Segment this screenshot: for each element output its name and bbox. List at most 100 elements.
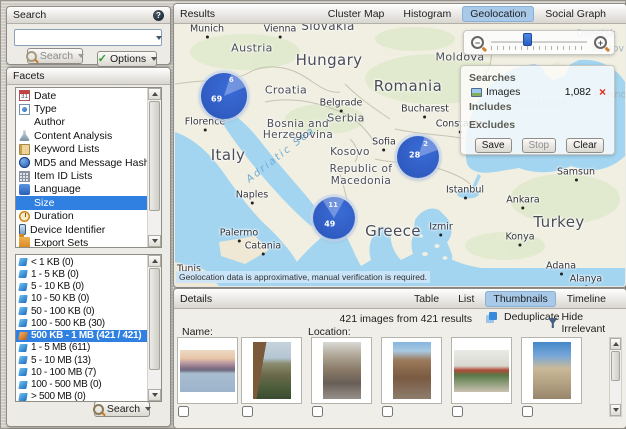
- hash-globe-icon: [19, 157, 30, 168]
- search-row-images[interactable]: Images 1,082 ×: [471, 86, 606, 98]
- includes-header: Includes: [469, 101, 606, 113]
- scroll-thumb[interactable]: [149, 268, 160, 370]
- facet-item-device-identifier[interactable]: Device Identifier: [16, 223, 148, 236]
- thumbnail-checkbox-1[interactable]: [178, 406, 189, 417]
- size-bucket-1-5-mb-611[interactable]: 1 - 5 MB (611): [16, 342, 148, 354]
- scroll-thumb[interactable]: [149, 101, 160, 211]
- bucket-list-scrollbar[interactable]: [147, 255, 161, 401]
- tab-geolocation[interactable]: Geolocation: [462, 6, 534, 22]
- tab-table[interactable]: Table: [406, 291, 447, 307]
- scroll-up-button[interactable]: [148, 255, 161, 267]
- device-icon: [19, 224, 26, 235]
- size-bucket-1-kb-0[interactable]: < 1 KB (0): [16, 256, 148, 268]
- chevron-down-icon: [145, 407, 151, 411]
- bucket-label: 5 - 10 MB (13): [31, 355, 91, 366]
- stop-button[interactable]: Stop: [522, 138, 557, 153]
- facet-label: Duration: [34, 210, 74, 222]
- size-bucket-10-100-mb-7[interactable]: 10 - 100 MB (7): [16, 366, 148, 378]
- zoom-slider[interactable]: [491, 31, 587, 54]
- country-label-serbia: Serbia: [327, 112, 364, 125]
- scroll-up-button[interactable]: [610, 338, 621, 350]
- facet-item-date[interactable]: Date: [16, 89, 148, 102]
- scroll-down-button[interactable]: [148, 235, 161, 247]
- thumbnail-house-with-flowers[interactable]: [451, 337, 512, 404]
- cluster-marker-69[interactable]: 696: [201, 73, 247, 119]
- results-panel: Results Cluster MapHistogramGeolocationS…: [173, 3, 626, 288]
- size-bucket-1-5-kb-0[interactable]: 1 - 5 KB (0): [16, 268, 148, 280]
- bucket-label: 100 - 500 MB (0): [31, 379, 101, 390]
- scroll-down-button[interactable]: [610, 404, 621, 416]
- size-bucket-5-10-kb-0[interactable]: 5 - 10 KB (0): [16, 281, 148, 293]
- options-button[interactable]: ✓ Options: [97, 51, 157, 67]
- facet-list-scrollbar[interactable]: [147, 88, 161, 247]
- tab-thumbnails[interactable]: Thumbnails: [485, 291, 555, 307]
- size-chart-icon: [18, 295, 27, 303]
- size-chart-icon: [18, 283, 27, 291]
- search-combobox[interactable]: [14, 29, 162, 46]
- thumbnails-scrollbar[interactable]: [609, 337, 622, 417]
- tab-timeline[interactable]: Timeline: [559, 291, 614, 307]
- facet-label: Export Sets: [34, 237, 88, 248]
- thumbnail-village-alley[interactable]: [381, 337, 442, 404]
- scroll-thumb[interactable]: [611, 351, 620, 381]
- thumbnail-checkbox-4[interactable]: [382, 406, 393, 417]
- map[interactable]: SlovakiaAustriaHungaryCroatiaBosnia andH…: [175, 24, 625, 286]
- facet-item-content-analysis[interactable]: Content Analysis: [16, 129, 148, 142]
- old-town-coast-image: [253, 342, 291, 399]
- chevron-down-icon[interactable]: [156, 36, 162, 40]
- zoom-slider-handle[interactable]: [523, 33, 532, 46]
- cluster-marker-28[interactable]: 282: [397, 136, 439, 178]
- thumbnail-checkbox-2[interactable]: [242, 406, 253, 417]
- city-label-konya: Konya: [505, 232, 534, 243]
- facet-item-size[interactable]: Size: [16, 196, 148, 209]
- facet-item-export-sets[interactable]: Export Sets: [16, 236, 148, 248]
- facet-item-md5-and-message-hash[interactable]: MD5 and Message Hash: [16, 156, 148, 169]
- tab-cluster-map[interactable]: Cluster Map: [320, 6, 393, 22]
- country-label-slovakia: Slovakia: [301, 24, 355, 33]
- thumbnail-cathedral-tower[interactable]: [521, 337, 582, 404]
- facet-item-language[interactable]: Language: [16, 183, 148, 196]
- tab-list[interactable]: List: [450, 291, 482, 307]
- thumbnail-checkbox-6[interactable]: [522, 406, 533, 417]
- save-button[interactable]: Save: [475, 138, 512, 153]
- size-bucket-10-50-kb-0[interactable]: 10 - 50 KB (0): [16, 293, 148, 305]
- thumbnail-stone-street[interactable]: [311, 337, 372, 404]
- city-label-naples: Naples: [236, 190, 268, 201]
- search-button[interactable]: Search: [27, 48, 83, 64]
- bucket-label: 5 - 10 KB (0): [31, 281, 84, 292]
- facet-item-item-id-lists[interactable]: Item ID Lists: [16, 169, 148, 182]
- results-panel-titlebar: Results Cluster MapHistogramGeolocationS…: [174, 4, 626, 24]
- clear-button[interactable]: Clear: [566, 138, 604, 153]
- thumbnail-seaside-sunset[interactable]: [177, 337, 238, 404]
- thumbnail-old-town-coast[interactable]: [241, 337, 302, 404]
- size-chart-icon: [18, 270, 27, 278]
- scroll-down-button[interactable]: [148, 389, 161, 401]
- size-bucket-500-kb-1-mb-421-421[interactable]: 500 KB - 1 MB (421 / 421): [16, 330, 148, 342]
- size-bucket-50-100-kb-0[interactable]: 50 - 100 KB (0): [16, 305, 148, 317]
- cluster-marker-49[interactable]: 4911: [313, 197, 355, 239]
- scroll-up-button[interactable]: [148, 88, 161, 100]
- size-bucket-100-500-kb-30[interactable]: 100 - 500 KB (30): [16, 317, 148, 329]
- remove-search-icon[interactable]: ×: [599, 87, 606, 97]
- facet-item-duration[interactable]: Duration: [16, 210, 148, 223]
- facet-label: Language: [34, 183, 81, 195]
- size-bucket-5-10-mb-13[interactable]: 5 - 10 MB (13): [16, 354, 148, 366]
- thumbnail-checkbox-3[interactable]: [312, 406, 323, 417]
- zoom-in-icon[interactable]: +: [594, 36, 607, 49]
- thumbnail-checkbox-5[interactable]: [452, 406, 463, 417]
- zoom-out-icon[interactable]: −: [471, 36, 484, 49]
- thumbnail-strip: [175, 337, 625, 427]
- search-input[interactable]: [15, 31, 156, 44]
- size-bucket-100-500-mb-0[interactable]: 100 - 500 MB (0): [16, 379, 148, 391]
- facet-item-author[interactable]: Author: [16, 116, 148, 129]
- city-label-catania: Catania: [245, 241, 281, 252]
- facets-search-button[interactable]: Search: [94, 401, 150, 417]
- hide-irrelevant-button[interactable]: Hide Irrelevant: [548, 311, 626, 335]
- facet-item-type[interactable]: Type: [16, 102, 148, 115]
- bucket-label: > 500 MB (0): [31, 391, 85, 402]
- tab-social-graph[interactable]: Social Graph: [537, 6, 614, 22]
- help-icon[interactable]: ?: [153, 10, 164, 21]
- facet-item-keyword-lists[interactable]: Keyword Lists: [16, 143, 148, 156]
- size-chart-icon: [18, 307, 27, 315]
- tab-histogram[interactable]: Histogram: [395, 6, 459, 22]
